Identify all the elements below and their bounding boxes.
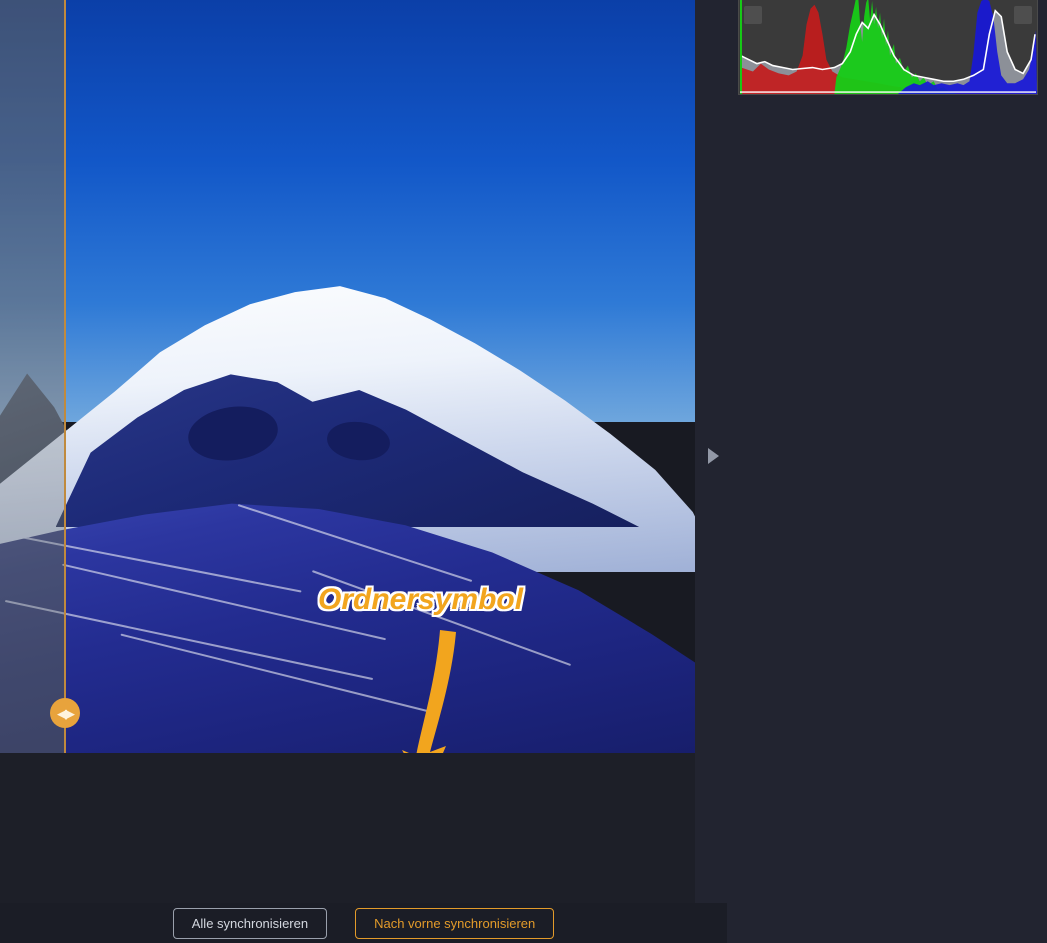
annotation-arrow-icon — [402, 630, 456, 753]
sync-all-button[interactable]: Alle synchronisieren — [172, 907, 328, 939]
panel-expander-icon[interactable] — [706, 447, 720, 465]
before-after-before-region — [0, 0, 64, 753]
annotation-label: Ordnersymbol — [318, 583, 524, 616]
right-panel: Entwicklung 100 Color — [727, 0, 1047, 943]
sync-forward-button[interactable]: Nach vorne synchronisieren — [355, 907, 555, 939]
before-after-divider — [64, 0, 66, 753]
sync-button-row: Alle synchronisieren Nach vorne synchron… — [0, 903, 727, 943]
image-canvas[interactable]: ◀▶ Ordnersymbol — [0, 0, 695, 753]
before-after-handle[interactable]: ◀▶ — [50, 698, 80, 728]
filmstrip: ◱ ✕ ↓ IMG-20220808-WA0016.jpg — [0, 753, 695, 903]
main-photo — [0, 0, 695, 753]
compare-arrows-icon: ◀▶ — [57, 705, 75, 721]
histogram — [738, 0, 1038, 95]
viewer-area: ◀▶ Ordnersymbol Alle synchronisieren Nac… — [0, 0, 727, 943]
